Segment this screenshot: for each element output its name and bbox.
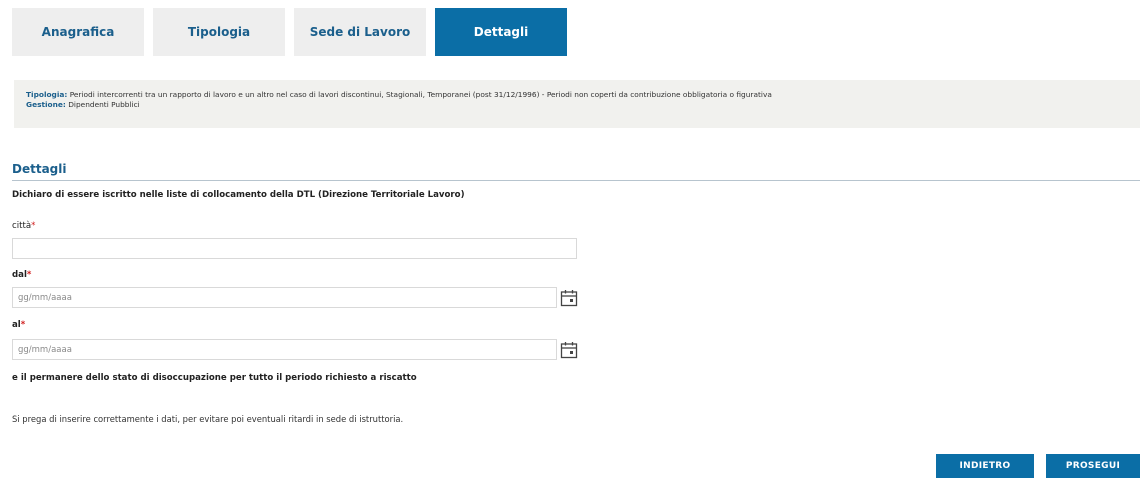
tipologia-value: Periodi intercorrenti tra un rapporto di…	[69, 90, 772, 99]
gestione-line: Gestione: Dipendenti Pubblici	[26, 100, 1128, 110]
from-label-text: dal	[12, 270, 27, 280]
tipologia-label: Tipologia:	[26, 90, 68, 99]
to-label: al*	[12, 320, 25, 330]
tipologia-line: Tipologia: Periodi intercorrenti tra un …	[26, 90, 1128, 100]
declaration-text: Dichiaro di essere iscritto nelle liste …	[12, 190, 465, 200]
tab-anagrafica[interactable]: Anagrafica	[12, 8, 144, 56]
from-label: dal*	[12, 270, 31, 280]
to-date-input[interactable]	[12, 339, 557, 360]
calendar-icon[interactable]	[560, 289, 578, 307]
city-label: città*	[12, 221, 35, 231]
to-label-text: al	[12, 320, 21, 330]
section-title: Dettagli	[12, 162, 67, 176]
required-mark: *	[20, 320, 26, 330]
next-button[interactable]: PROSEGUI	[1046, 454, 1140, 478]
instructions-note: Si prega di inserire correttamente i dat…	[12, 414, 404, 424]
gestione-value: Dipendenti Pubblici	[68, 100, 140, 109]
wizard-tabs: Anagrafica Tipologia Sede di Lavoro Dett…	[12, 8, 576, 56]
calendar-icon[interactable]	[560, 341, 578, 359]
tab-tipologia[interactable]: Tipologia	[153, 8, 285, 56]
permanence-text: e il permanere dello stato di disoccupaz…	[12, 373, 417, 383]
from-date-input[interactable]	[12, 287, 557, 308]
back-button[interactable]: INDIETRO	[936, 454, 1034, 478]
city-label-text: città	[12, 221, 32, 231]
gestione-label: Gestione:	[26, 100, 66, 109]
tab-sede-di-lavoro[interactable]: Sede di Lavoro	[294, 8, 426, 56]
tab-dettagli[interactable]: Dettagli	[435, 8, 567, 56]
required-mark: *	[31, 221, 36, 231]
city-input[interactable]	[12, 238, 577, 259]
info-box: Tipologia: Periodi intercorrenti tra un …	[14, 80, 1140, 128]
required-mark: *	[26, 270, 32, 280]
section-divider	[12, 180, 1140, 181]
